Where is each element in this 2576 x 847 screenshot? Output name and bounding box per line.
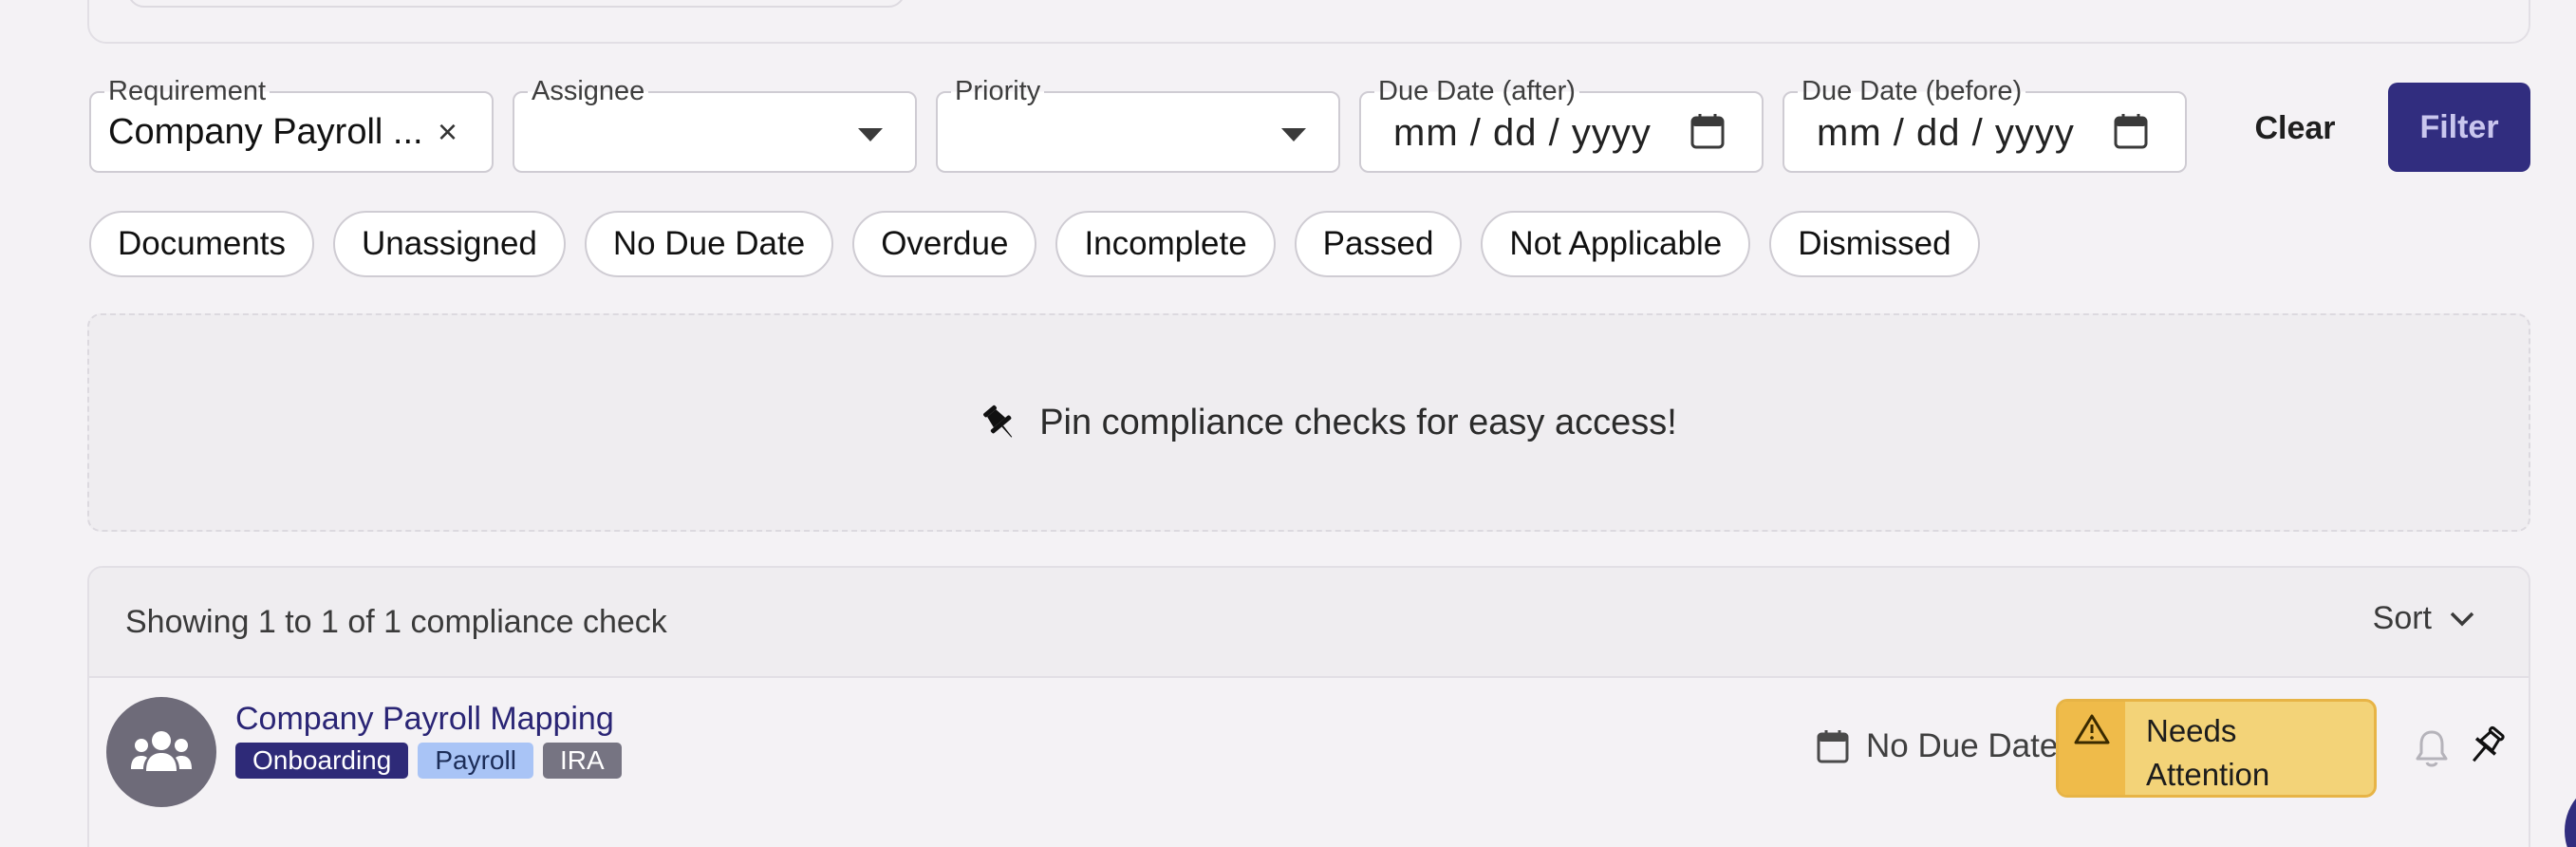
chip-unassigned[interactable]: Unassigned — [333, 211, 566, 277]
sort-label: Sort — [2372, 600, 2432, 636]
calendar-icon[interactable] — [2113, 112, 2149, 150]
due-before-placeholder: mm / dd / yyyy — [1817, 112, 2075, 154]
chip-dismissed[interactable]: Dismissed — [1769, 211, 1980, 277]
result-count: Showing 1 to 1 of 1 compliance check — [125, 604, 667, 640]
warning-icon — [2074, 714, 2110, 744]
due-date-text: No Due Date — [1866, 727, 2059, 764]
chip-documents[interactable]: Documents — [89, 211, 315, 277]
chip-overdue[interactable]: Overdue — [852, 211, 1037, 277]
chip-incomplete[interactable]: Incomplete — [1055, 211, 1276, 277]
assignee-label: Assignee — [528, 76, 649, 107]
search-field-partial[interactable] — [127, 0, 905, 8]
filter-button[interactable]: Filter — [2388, 83, 2530, 172]
priority-label: Priority — [951, 76, 1045, 107]
quick-filter-chips: Documents Unassigned No Due Date Overdue… — [89, 211, 1980, 277]
pushpin-icon — [983, 405, 1013, 438]
tag-payroll: Payroll — [418, 743, 533, 779]
requirement-value: Company Payroll ... — [108, 112, 423, 152]
requirement-clear-icon[interactable]: × — [438, 112, 457, 152]
tag-ira: IRA — [542, 743, 622, 779]
floating-action-button[interactable] — [2565, 779, 2576, 847]
due-after-input[interactable]: Due Date (after) mm / dd / yyyy — [1359, 76, 1764, 173]
chevron-down-icon — [858, 128, 883, 141]
pin-empty-banner: Pin compliance checks for easy access! — [87, 313, 2530, 532]
due-after-label: Due Date (after) — [1374, 76, 1579, 107]
status-badge[interactable]: Needs Attention — [2056, 699, 2377, 798]
bell-icon[interactable] — [2413, 727, 2451, 769]
due-date: No Due Date — [1817, 727, 2058, 765]
due-before-label: Due Date (before) — [1798, 76, 2026, 107]
requirement-select[interactable]: Requirement Company Payroll ... × — [89, 76, 494, 173]
pin-icon[interactable] — [2464, 724, 2508, 769]
calendar-icon — [1817, 730, 1849, 763]
tag-onboarding: Onboarding — [235, 743, 409, 779]
chevron-down-icon — [2450, 612, 2474, 626]
top-card — [87, 0, 2530, 44]
chip-not-applicable[interactable]: Not Applicable — [1481, 211, 1751, 277]
clear-button[interactable]: Clear — [2212, 85, 2379, 171]
users-group-icon — [131, 731, 192, 771]
due-before-input[interactable]: Due Date (before) mm / dd / yyyy — [1783, 76, 2187, 173]
avatar — [106, 697, 216, 807]
table-row[interactable]: Company Payroll Mapping Onboarding Payro… — [89, 678, 2529, 847]
calendar-icon[interactable] — [1689, 112, 1726, 150]
list-header: Showing 1 to 1 of 1 compliance check Sor… — [89, 568, 2529, 678]
chevron-down-icon — [1281, 128, 1306, 141]
check-title-link[interactable]: Company Payroll Mapping — [235, 701, 614, 738]
pin-banner-text: Pin compliance checks for easy access! — [1039, 402, 1677, 442]
compliance-check-list: Showing 1 to 1 of 1 compliance check Sor… — [87, 566, 2530, 847]
due-after-placeholder: mm / dd / yyyy — [1393, 112, 1652, 154]
priority-select[interactable]: Priority — [936, 76, 1340, 173]
check-tags: Onboarding Payroll IRA — [235, 743, 622, 779]
assignee-select[interactable]: Assignee — [513, 76, 917, 173]
chip-passed[interactable]: Passed — [1294, 211, 1463, 277]
requirement-label: Requirement — [104, 76, 271, 107]
status-text: Needs Attention — [2146, 713, 2270, 792]
chip-no-due-date[interactable]: No Due Date — [584, 211, 834, 277]
sort-dropdown[interactable]: Sort — [2373, 600, 2475, 637]
